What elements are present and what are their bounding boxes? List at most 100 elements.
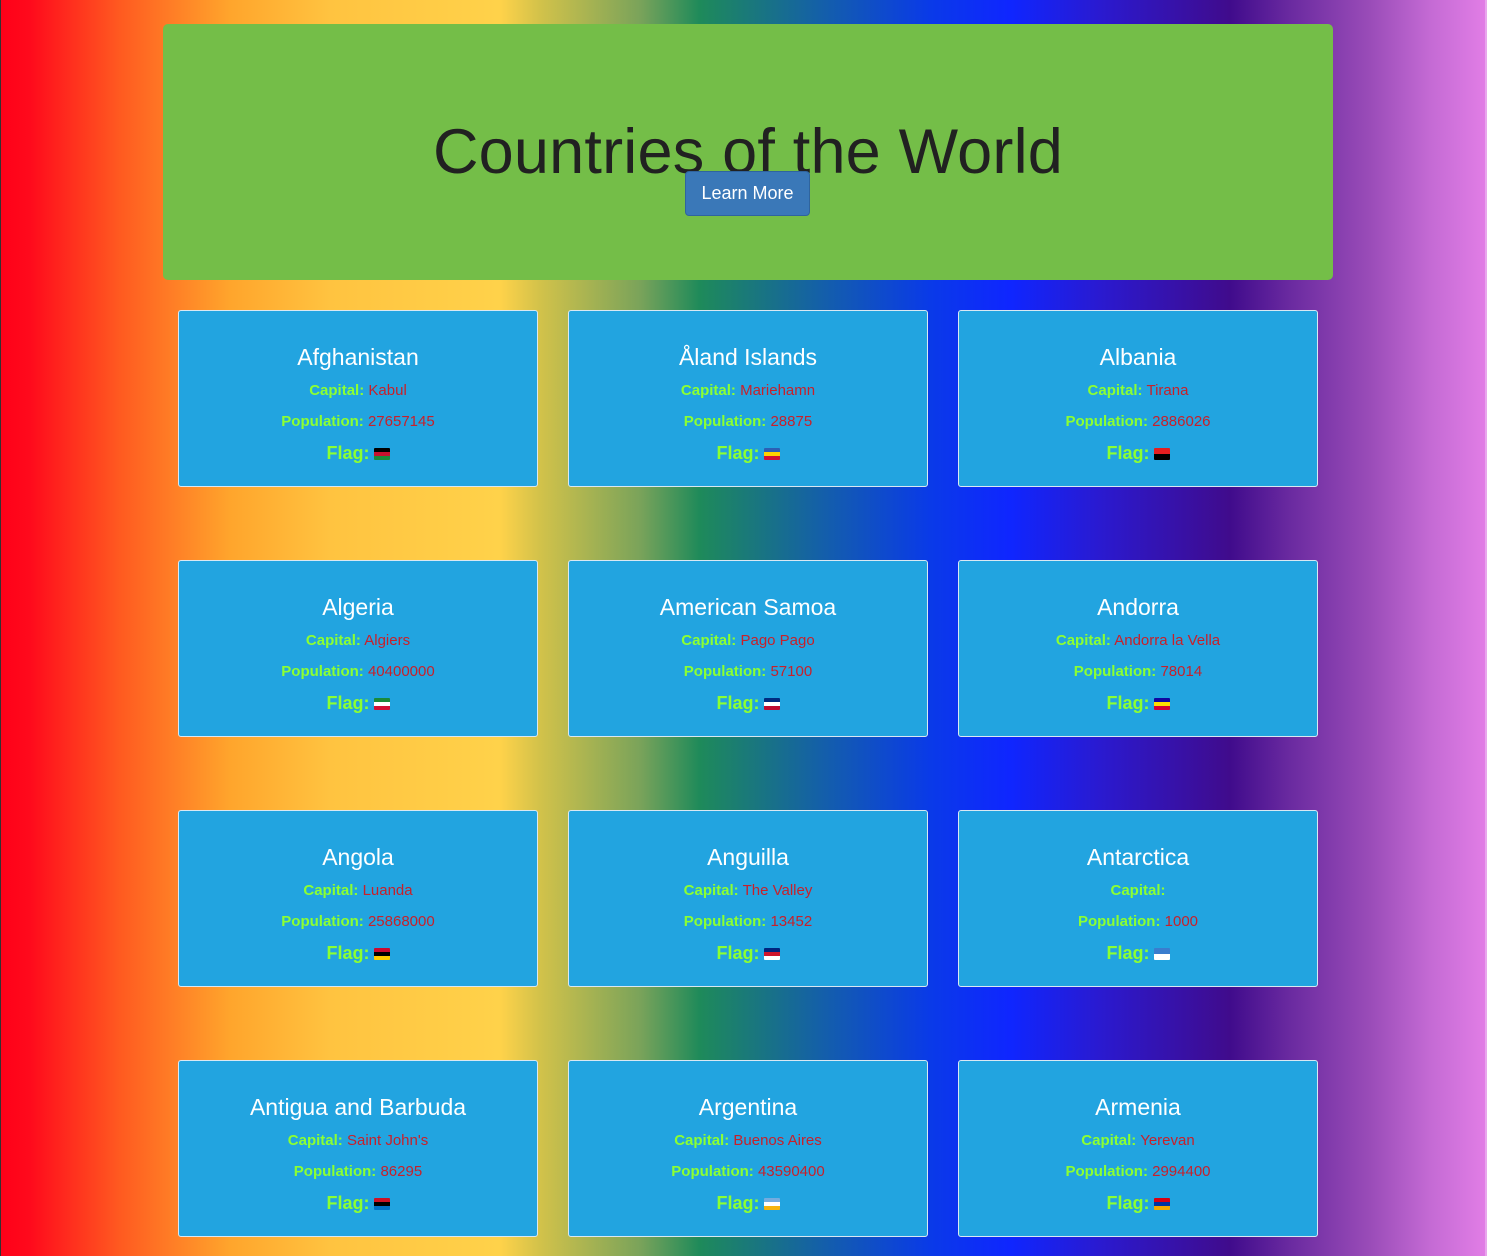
learn-more-button[interactable]: Learn More	[685, 171, 810, 216]
country-card: American Samoa Capital: Pago Pago Populati…	[568, 560, 928, 737]
flag-label: Flag:	[716, 1193, 760, 1213]
flag-line: Flag:	[179, 1191, 537, 1215]
flag-line: Flag:	[569, 1191, 927, 1215]
albania-flag-icon	[1153, 448, 1170, 460]
antigua-and-barbuda-flag-icon	[373, 1198, 390, 1210]
capital-value: The Valley	[742, 882, 813, 899]
population-line: Population: 57100	[569, 662, 927, 682]
country-card: Antigua and Barbuda Capital: Saint John's…	[178, 1060, 538, 1237]
country-name: Antigua and Barbuda	[249, 1094, 467, 1120]
population-line: Population: 2886026	[959, 412, 1317, 432]
capital-line: Capital: Algiers	[179, 631, 537, 651]
country-name: Andorra	[1097, 594, 1179, 620]
angola-flag-icon	[373, 948, 390, 960]
population-line: Population: 86295	[179, 1162, 537, 1182]
flag-label: Flag:	[1106, 943, 1150, 963]
population-value: 86295	[380, 1163, 423, 1180]
flag-line: Flag:	[959, 691, 1317, 715]
capital-value: Algiers	[364, 632, 411, 649]
capital-line: Capital: Saint John's	[179, 1131, 537, 1151]
country-card: Algeria Capital: Algiers Population: 40400…	[178, 560, 538, 737]
population-value: 13452	[770, 913, 813, 930]
capital-label: Capital:	[305, 632, 361, 649]
capital-line: Capital: Buenos Aires	[569, 1131, 927, 1151]
population-value: 2886026	[1152, 413, 1211, 430]
population-value: 1000	[1164, 913, 1199, 930]
capital-label: Capital:	[1081, 1132, 1137, 1149]
capital-value: Pago Pago	[740, 632, 815, 649]
capital-value: Tirana	[1146, 382, 1189, 399]
capital-line: Capital: Pago Pago	[569, 631, 927, 651]
population-line: Population: 28875	[569, 412, 927, 432]
country-name: Anguilla	[707, 844, 789, 870]
country-card: Albania Capital: Tirana Population: 288602…	[958, 310, 1318, 487]
american-samoa-flag-icon	[763, 698, 780, 710]
population-label: Population:	[683, 413, 767, 430]
country-name: Algeria	[322, 594, 394, 620]
population-line: Population: 13452	[569, 912, 927, 932]
capital-value: Kabul	[368, 382, 407, 399]
capital-line: Capital:	[959, 881, 1317, 901]
population-value: 78014	[1160, 663, 1203, 680]
country-card: Armenia Capital: Yerevan Population: 29944…	[958, 1060, 1318, 1237]
flag-label: Flag:	[326, 1193, 370, 1213]
capital-label: Capital:	[674, 1132, 730, 1149]
flag-line: Flag:	[569, 441, 927, 465]
header-jumbotron: Countries of the World Learn More	[163, 24, 1333, 280]
capital-value: Saint John's	[346, 1132, 429, 1149]
population-value: 57100	[770, 663, 813, 680]
population-label: Population:	[671, 1163, 754, 1180]
population-label: Population:	[683, 913, 767, 930]
flag-label: Flag:	[716, 943, 760, 963]
country-name: Antarctica	[1086, 844, 1190, 870]
armenia-flag-icon	[1153, 1198, 1170, 1210]
capital-value: Luanda	[362, 882, 413, 899]
capital-label: Capital:	[287, 1132, 343, 1149]
capital-line: Capital: Kabul	[179, 381, 537, 401]
country-card: Andorra Capital: Andorra la Vella Populati…	[958, 560, 1318, 737]
population-label: Population:	[1065, 1163, 1148, 1180]
flag-line: Flag:	[569, 691, 927, 715]
country-name: Angola	[322, 844, 394, 870]
capital-label: Capital:	[1110, 882, 1166, 899]
capital-value: Mariehamn	[740, 382, 816, 399]
population-value: 25868000	[367, 913, 435, 930]
country-name: Åland Islands	[678, 344, 818, 370]
population-value: 28875	[770, 413, 813, 430]
capital-line: Capital: The Valley	[569, 881, 927, 901]
algeria-flag-icon	[373, 698, 390, 710]
population-line: Population: 2994400	[959, 1162, 1317, 1182]
antarctica-flag-icon	[1153, 948, 1170, 960]
capital-line: Capital: Yerevan	[959, 1131, 1317, 1151]
population-value: 2994400	[1152, 1163, 1211, 1180]
capital-label: Capital:	[309, 382, 365, 399]
country-card: Antarctica Capital: Population: 1000 Flag:	[958, 810, 1318, 987]
population-value: 27657145	[367, 413, 435, 430]
country-name: Argentina	[698, 1094, 798, 1120]
capital-label: Capital:	[303, 882, 359, 899]
country-card: Åland Islands Capital: Mariehamn Populatio…	[568, 310, 928, 487]
country-card: Afghanistan Capital: Kabul Population: 276…	[178, 310, 538, 487]
population-line: Population: 43590400	[569, 1162, 927, 1182]
flag-label: Flag:	[1106, 693, 1150, 713]
population-label: Population:	[293, 1163, 377, 1180]
capital-label: Capital:	[683, 882, 739, 899]
aland-islands-flag-icon	[763, 448, 780, 460]
flag-line: Flag:	[179, 691, 537, 715]
capital-label: Capital:	[1055, 632, 1111, 649]
population-line: Population: 78014	[959, 662, 1317, 682]
capital-line: Capital: Andorra la Vella	[959, 631, 1317, 651]
country-name: Albania	[1099, 344, 1177, 370]
capital-value: Andorra la Vella	[1114, 632, 1221, 649]
population-line: Population: 40400000	[179, 662, 537, 682]
left-edge	[0, 0, 1, 1256]
capital-label: Capital:	[1087, 382, 1143, 399]
flag-line: Flag:	[569, 941, 927, 965]
flag-line: Flag:	[959, 1191, 1317, 1215]
country-name: Afghanistan	[297, 344, 419, 370]
flag-line: Flag:	[959, 941, 1317, 965]
population-label: Population:	[1065, 413, 1148, 430]
flag-label: Flag:	[716, 443, 760, 463]
population-label: Population:	[683, 663, 767, 680]
capital-line: Capital: Tirana	[959, 381, 1317, 401]
